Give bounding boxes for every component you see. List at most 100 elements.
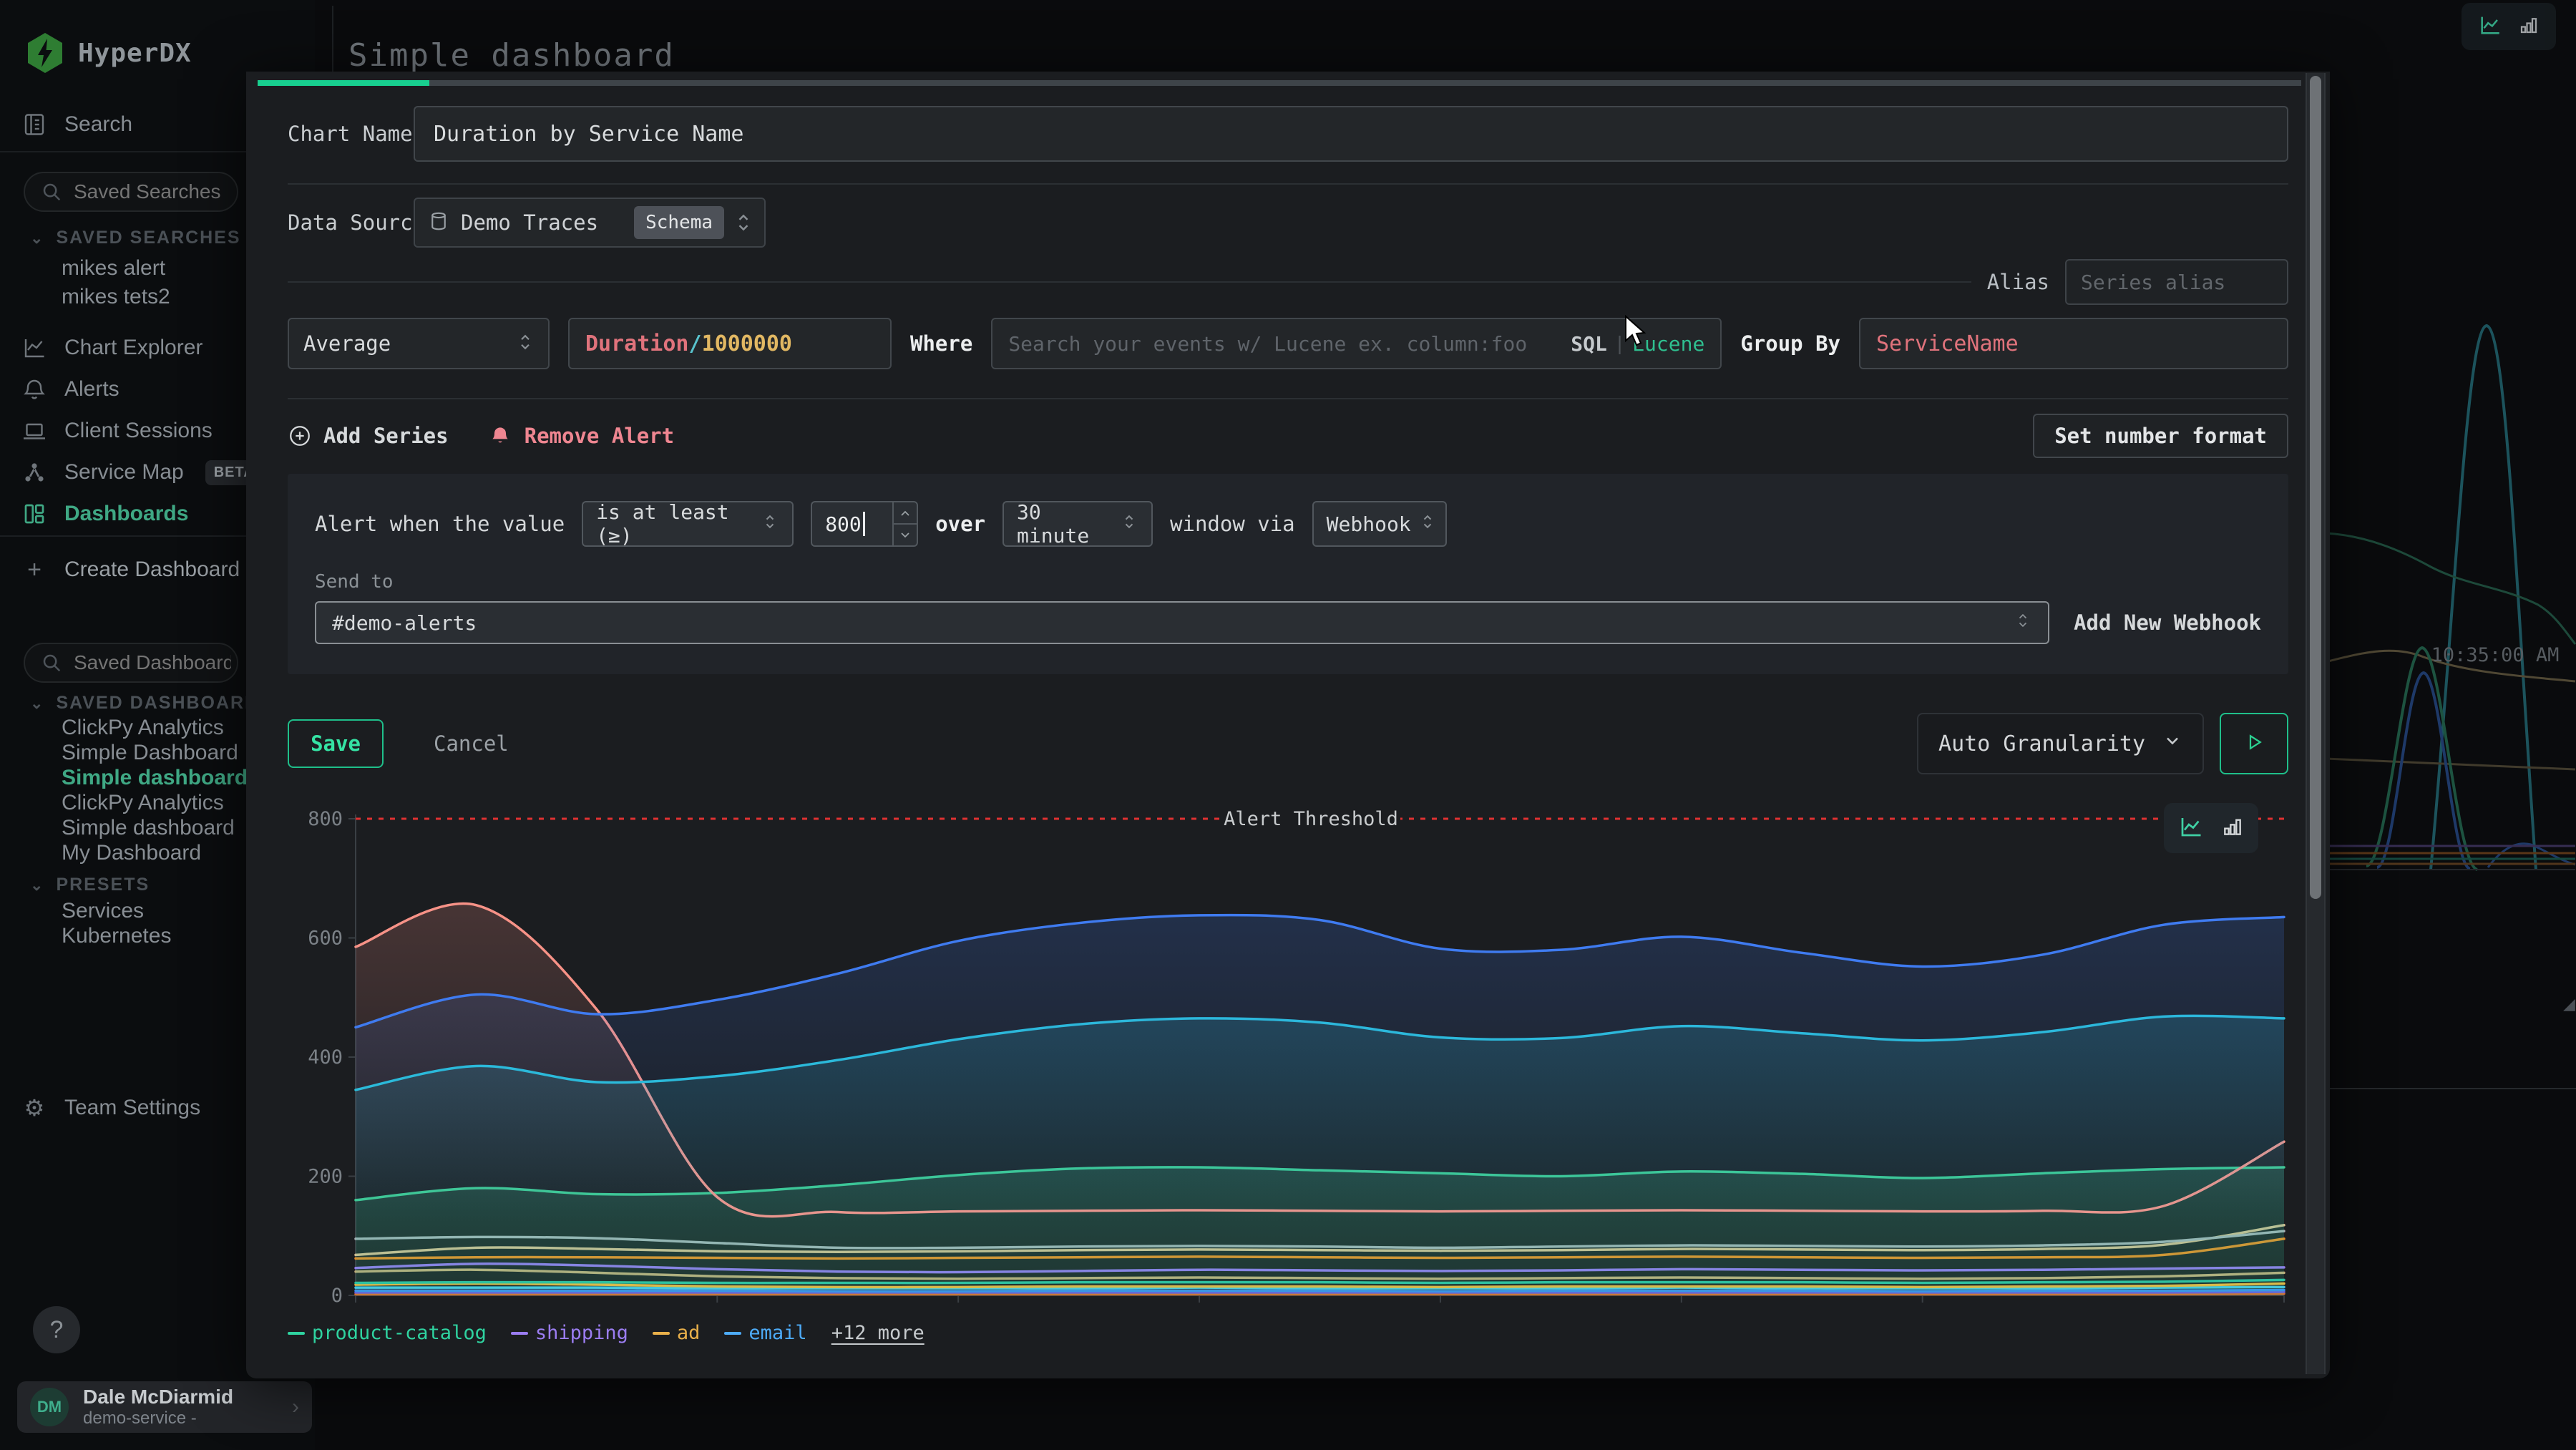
aggregation-select[interactable]: Average bbox=[288, 318, 550, 369]
modal-scrollbar[interactable] bbox=[2306, 73, 2326, 1374]
brand[interactable]: HyperDX bbox=[25, 31, 192, 74]
set-number-format-button[interactable]: Set number format bbox=[2033, 414, 2288, 458]
sql-toggle[interactable]: SQL bbox=[1571, 332, 1607, 356]
spinner-down-icon[interactable] bbox=[894, 525, 917, 545]
legend-label: shipping bbox=[535, 1322, 628, 1344]
legend-more-link[interactable]: +12 more bbox=[831, 1322, 924, 1344]
sidebar-item-chart-explorer[interactable]: Chart Explorer bbox=[21, 331, 203, 365]
sidebar-item-team-settings[interactable]: ⚙ Team Settings bbox=[21, 1091, 200, 1125]
save-button[interactable]: Save bbox=[288, 719, 384, 768]
chart-line-icon bbox=[21, 335, 47, 361]
resize-handle-icon[interactable]: ◢ bbox=[2563, 995, 2575, 1013]
svg-text:Nov 6 2:30:00 AM: Nov 6 2:30:00 AM bbox=[298, 1310, 484, 1313]
group-by-input[interactable]: ServiceName bbox=[1859, 318, 2288, 369]
granularity-select[interactable]: Auto Granularity bbox=[1917, 713, 2204, 774]
alert-window-select[interactable]: 30 minute bbox=[1002, 501, 1153, 547]
webhook-select[interactable]: #demo-alerts bbox=[315, 601, 2049, 644]
select-updown-icon bbox=[1421, 512, 1437, 536]
chart-type-toggle[interactable] bbox=[2164, 803, 2258, 853]
line-chart-icon bbox=[2178, 814, 2204, 843]
preview-run-button[interactable] bbox=[2220, 713, 2288, 774]
saved-search-item[interactable]: mikes alert bbox=[62, 256, 165, 281]
svg-text:200: 200 bbox=[308, 1166, 343, 1188]
page-title: Simple dashboard bbox=[348, 37, 675, 74]
alert-condition-select[interactable]: is at least (≥) bbox=[582, 501, 794, 547]
scrollbar-thumb[interactable] bbox=[2310, 76, 2321, 899]
user-card[interactable]: DM Dale McDiarmid demo-service - › bbox=[17, 1381, 312, 1433]
group-by-label: Group By bbox=[1740, 331, 1840, 356]
where-search[interactable]: SQL | Lucene bbox=[991, 318, 1722, 369]
data-source-select[interactable]: Demo Traces Schema bbox=[414, 198, 766, 248]
legend-item[interactable]: email bbox=[724, 1322, 806, 1344]
expression-input[interactable]: Duration/1000000 bbox=[568, 318, 892, 369]
dashboard-list-item[interactable]: ClickPy Analytics bbox=[62, 791, 224, 815]
legend-item[interactable]: ad bbox=[653, 1322, 701, 1344]
alert-channel-select[interactable]: Webhook bbox=[1312, 501, 1447, 547]
select-updown-icon bbox=[2016, 610, 2032, 635]
saved-dashboards-search[interactable] bbox=[24, 643, 238, 683]
dashboard-list-item[interactable]: Simple dashboard bbox=[62, 816, 235, 840]
dashboard-list-item[interactable]: Simple Dashboard bbox=[62, 741, 238, 765]
dashboard-list-item[interactable]: ClickPy Analytics bbox=[62, 716, 224, 740]
hyperdx-logo-icon bbox=[25, 31, 65, 74]
journal-search-icon bbox=[21, 112, 47, 137]
saved-searches-input[interactable] bbox=[74, 180, 231, 203]
sidebar-item-alerts[interactable]: Alerts bbox=[21, 372, 119, 407]
dashboard-list-item-active[interactable]: Simple dashboard bbox=[62, 766, 248, 790]
dashboard-list-item[interactable]: My Dashboard bbox=[62, 841, 201, 865]
schema-badge: Schema bbox=[634, 206, 724, 239]
bar-chart-icon bbox=[2518, 14, 2540, 39]
where-label: Where bbox=[910, 331, 972, 356]
user-org: demo-service - bbox=[83, 1408, 278, 1429]
saved-dashboards-header[interactable]: ⌄ SAVED DASHBOARDS bbox=[30, 693, 273, 714]
line-chart[interactable]: 0200400600800Nov 6 2:30:00 AM4:00:00 AM5… bbox=[288, 800, 2288, 1313]
chevron-down-icon bbox=[2162, 731, 2182, 756]
saved-dashboards-input[interactable] bbox=[74, 651, 231, 674]
svg-text:600: 600 bbox=[308, 928, 343, 950]
number-spinner[interactable] bbox=[892, 502, 917, 545]
saved-search-item[interactable]: mikes tets2 bbox=[62, 285, 170, 309]
hierarchy-icon bbox=[21, 459, 47, 485]
where-search-input[interactable] bbox=[1008, 332, 1561, 356]
preset-item[interactable]: Kubernetes bbox=[62, 924, 171, 948]
alias-input[interactable] bbox=[2065, 259, 2288, 305]
data-source-value: Demo Traces bbox=[461, 210, 623, 235]
granularity-value: Auto Granularity bbox=[1938, 731, 2145, 756]
legend-swatch bbox=[288, 1332, 305, 1335]
search-icon bbox=[41, 652, 62, 673]
data-source-label: Data Source bbox=[288, 210, 414, 235]
background-chart-type-toggle[interactable] bbox=[2462, 3, 2556, 50]
chart-legend[interactable]: product-catalog shipping ad email +12 more bbox=[288, 1322, 2288, 1344]
select-updown-icon bbox=[518, 331, 534, 356]
text-caret bbox=[863, 512, 865, 536]
sidebar-item-client-sessions[interactable]: Client Sessions bbox=[21, 414, 213, 448]
sidebar-item-dashboards[interactable]: Dashboards bbox=[21, 497, 188, 531]
alert-window-value: 30 minute bbox=[1017, 500, 1113, 548]
sidebar-item-service-map[interactable]: Service Map BETA bbox=[21, 455, 263, 490]
legend-item[interactable]: product-catalog bbox=[288, 1322, 487, 1344]
dashboard-grid-icon bbox=[21, 501, 47, 527]
saved-searches-header[interactable]: ⌄ SAVED SEARCHES bbox=[30, 228, 241, 248]
alert-threshold-input[interactable]: 800 bbox=[811, 501, 918, 547]
user-name: Dale McDiarmid bbox=[83, 1386, 278, 1408]
preset-item[interactable]: Services bbox=[62, 899, 144, 923]
add-new-webhook-button[interactable]: Add New Webhook bbox=[2074, 610, 2261, 635]
cancel-button[interactable]: Cancel bbox=[434, 731, 509, 756]
sidebar-item-label: Service Map bbox=[64, 460, 184, 485]
remove-alert-button[interactable]: Remove Alert bbox=[489, 424, 675, 448]
chart-name-input[interactable] bbox=[414, 106, 2288, 162]
progress-fill bbox=[258, 80, 429, 86]
alert-condition-value: is at least (≥) bbox=[596, 500, 753, 548]
aggregation-value: Average bbox=[303, 331, 508, 356]
presets-header[interactable]: ⌄ PRESETS bbox=[30, 875, 150, 895]
add-series-button[interactable]: Add Series bbox=[288, 424, 449, 448]
create-dashboard-button[interactable]: + Create Dashboard bbox=[21, 553, 240, 587]
saved-searches-search[interactable] bbox=[24, 172, 238, 212]
svg-text:7:00:00 AM: 7:00:00 AM bbox=[1382, 1310, 1499, 1313]
help-button[interactable]: ? bbox=[33, 1306, 80, 1353]
legend-item[interactable]: shipping bbox=[511, 1322, 628, 1344]
alert-prefix: Alert when the value bbox=[315, 512, 565, 536]
sidebar-item-label: Client Sessions bbox=[64, 419, 213, 443]
spinner-up-icon[interactable] bbox=[894, 502, 917, 525]
sidebar-item-search[interactable]: Search bbox=[21, 107, 132, 142]
